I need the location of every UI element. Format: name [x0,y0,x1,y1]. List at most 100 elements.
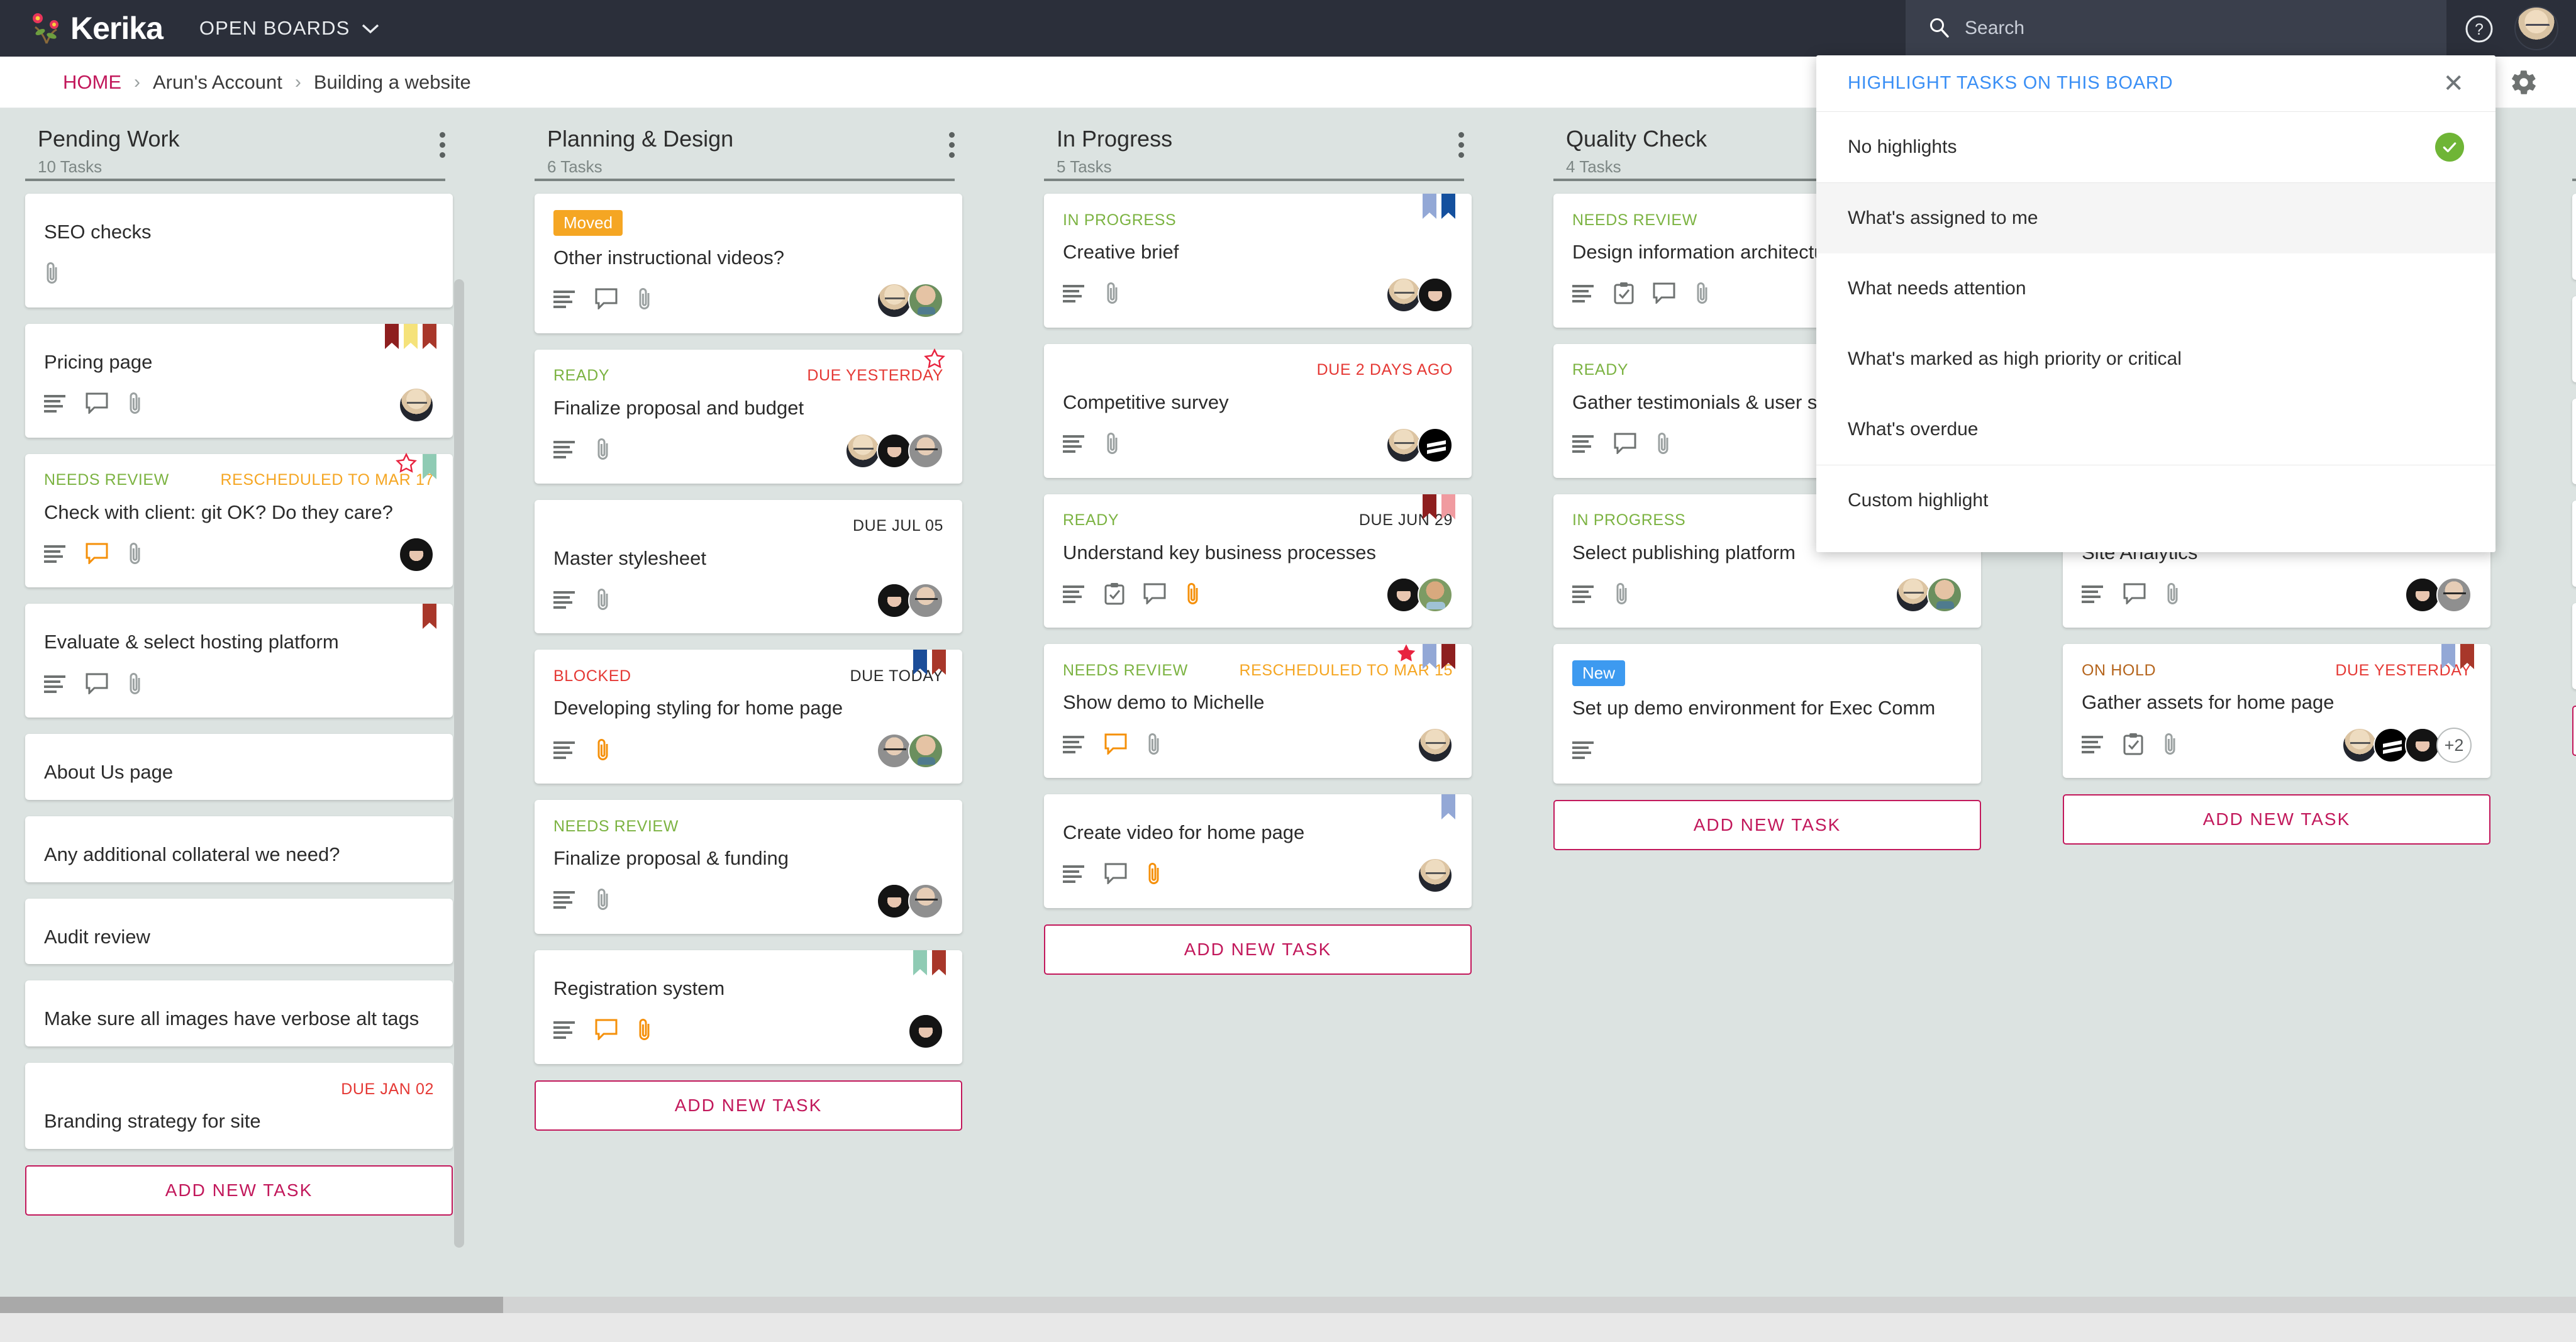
add-new-task-button[interactable]: ADD NEW TASK [535,1080,962,1131]
checklist-icon[interactable] [2123,733,2143,758]
avatar[interactable] [908,583,943,619]
avatar[interactable] [877,733,912,768]
description-icon[interactable] [2082,735,2104,757]
add-new-task-button[interactable]: ADD NEW TASK [25,1165,453,1216]
comment-icon[interactable] [1653,282,1675,307]
brand-logo[interactable]: Kerika [30,10,164,47]
task-card[interactable]: Moved Other instructional videos? [535,194,962,333]
task-card[interactable]: DC [2572,603,2576,689]
avatar-overflow-count[interactable]: +2 [2436,728,2472,763]
task-card[interactable]: NEEDS REVIEW RESCHEDULED TO MAR 15 Show de… [1044,644,1472,778]
description-icon[interactable] [553,1020,576,1042]
attachment-icon[interactable] [1104,431,1121,459]
description-icon[interactable] [44,544,67,566]
task-card[interactable]: IN PROGRESS Creative brief [1044,194,1472,328]
horizontal-scrollbar-thumb[interactable] [0,1297,503,1313]
attachment-icon[interactable] [1655,431,1672,459]
description-icon[interactable] [1572,434,1595,456]
description-icon[interactable] [1063,735,1085,757]
avatar[interactable] [2436,577,2472,613]
avatar[interactable] [908,282,943,318]
add-new-task-button[interactable]: ADD NEW TASK [2572,705,2576,756]
priority-star-icon[interactable] [1395,643,1418,668]
avatar[interactable] [2405,577,2440,613]
breadcrumb-board[interactable]: Building a website [314,71,471,94]
highlight-option-5[interactable]: What's overdue [1816,394,2496,465]
search-input[interactable]: Search [1965,18,2024,39]
task-card[interactable]: BLOCKED DUE TODAY Developing styling for h… [535,650,962,784]
task-card[interactable]: DD [2572,194,2576,280]
avatar[interactable] [1418,277,1453,313]
attachment-icon[interactable] [1146,731,1162,760]
close-icon[interactable]: ✕ [2443,71,2464,96]
task-card[interactable]: Any additional collateral we need? [25,816,453,882]
avatar[interactable] [1896,577,1931,613]
comment-icon[interactable] [1104,733,1127,758]
task-card[interactable]: READY DUE JUN 29 Understand key business p… [1044,494,1472,628]
attachment-icon[interactable] [2162,731,2179,760]
attachment-icon[interactable] [1104,280,1121,309]
avatar[interactable] [1386,427,1421,463]
attachment-icon[interactable] [127,391,143,419]
column-menu-icon[interactable] [440,132,445,158]
task-card[interactable]: Registration system [535,950,962,1064]
task-card[interactable]: DUE JAN 02 Branding strategy for site [25,1063,453,1149]
avatar[interactable] [1418,728,1453,763]
help-icon[interactable]: ? [2464,14,2494,47]
task-card[interactable]: SEO checks [25,194,453,308]
avatar[interactable] [2373,728,2409,763]
comment-icon[interactable] [595,1019,618,1043]
search-box[interactable]: Search [1906,0,2446,57]
task-card[interactable]: NEEDS REVIEW RESCHEDULED TO MAR 17 Check w… [25,452,453,588]
highlight-option-1[interactable]: No highlights [1816,112,2496,182]
open-boards-menu[interactable]: OPEN BOARDS [199,17,380,40]
task-card[interactable]: New Set up demo environment for Exec Comm [1553,644,1981,784]
task-card[interactable]: NEEDS REVIEW Finalize proposal & funding [535,800,962,934]
avatar[interactable] [1927,577,1962,613]
breadcrumb-account[interactable]: Arun's Account [153,71,282,94]
comment-icon[interactable] [1104,863,1127,887]
description-icon[interactable] [44,394,67,416]
task-card[interactable]: DL [2572,296,2576,382]
priority-star-icon[interactable] [923,348,946,374]
column-menu-icon[interactable] [949,132,955,158]
attachment-icon[interactable] [127,541,143,569]
column-vertical-scrollbar[interactable] [454,279,464,1248]
description-icon[interactable] [553,590,576,612]
comment-icon[interactable] [86,392,108,417]
comment-icon[interactable] [86,673,108,697]
attachment-icon[interactable] [127,671,143,699]
add-new-task-button[interactable]: ADD NEW TASK [2063,794,2490,845]
task-card[interactable]: Make sure all images have verbose alt ta… [25,980,453,1046]
task-card[interactable]: About Us page [25,734,453,800]
description-icon[interactable] [44,674,67,696]
avatar[interactable] [2405,728,2440,763]
avatar[interactable] [1418,427,1453,463]
checklist-icon[interactable] [1104,582,1124,608]
avatar[interactable] [1386,577,1421,613]
attachment-icon[interactable] [1614,581,1630,609]
avatar[interactable] [877,883,912,919]
avatar[interactable] [845,433,880,469]
highlight-option-2[interactable]: What's assigned to me [1816,183,2496,253]
description-icon[interactable] [1572,284,1595,306]
avatar[interactable] [877,583,912,619]
highlight-option-3[interactable]: What needs attention [1816,253,2496,324]
avatar[interactable] [399,387,434,423]
add-new-task-button[interactable]: ADD NEW TASK [1553,800,1981,850]
task-card[interactable]: DUE JUL 05 Master stylesheet [535,499,962,634]
attachment-icon[interactable] [595,436,611,465]
avatar[interactable] [877,433,912,469]
description-icon[interactable] [1063,434,1085,456]
task-card[interactable]: READY DUE YESTERDAY Finalize proposal and … [535,348,962,484]
avatar[interactable] [908,1013,943,1049]
column-menu-icon[interactable] [1458,132,1464,158]
checklist-icon[interactable] [1614,282,1634,308]
description-icon[interactable] [1063,284,1085,306]
avatar[interactable] [1418,857,1453,893]
attachment-icon[interactable] [595,587,611,615]
task-card[interactable]: DF [2572,501,2576,587]
comment-icon[interactable] [1143,583,1166,607]
task-card[interactable]: DS [2572,398,2576,485]
avatar[interactable] [908,883,943,919]
